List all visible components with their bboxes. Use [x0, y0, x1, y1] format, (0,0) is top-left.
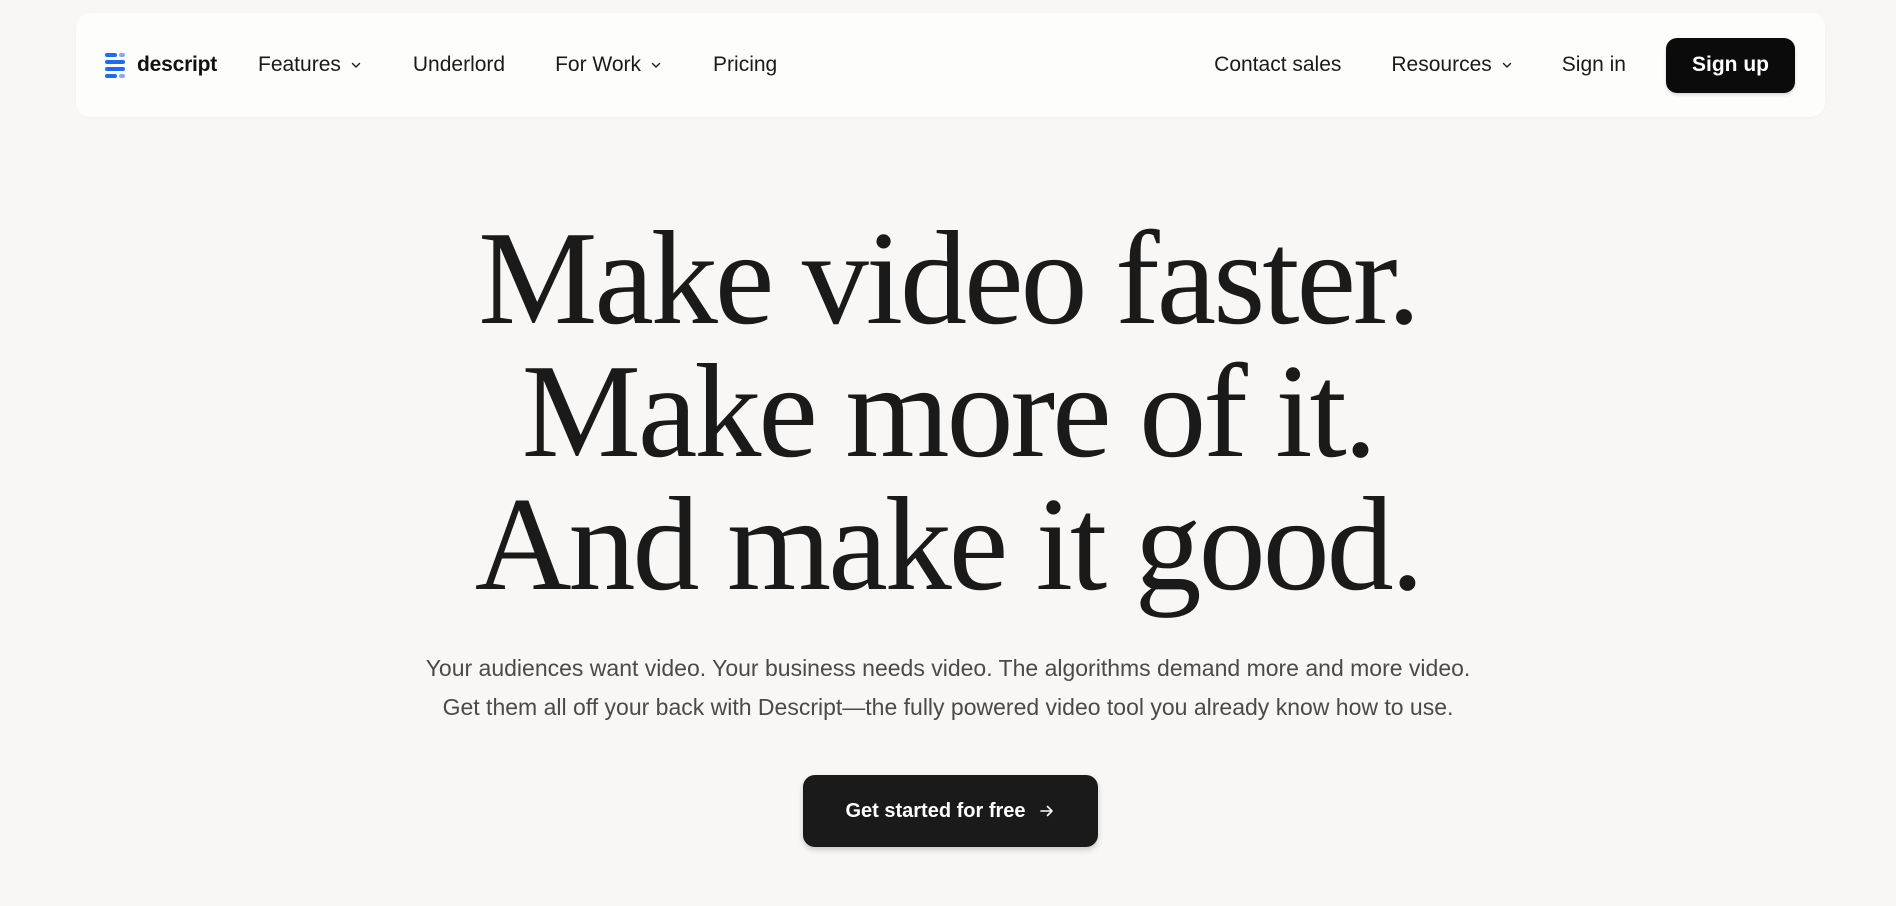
arrow-right-icon: [1039, 805, 1053, 817]
nav-features-label: Features: [258, 53, 341, 76]
nav-contact-sales-label: Contact sales: [1214, 53, 1342, 76]
logo-link[interactable]: descript: [105, 13, 217, 117]
nav-sign-in[interactable]: Sign in: [1562, 53, 1626, 77]
chevron-down-icon: [1502, 62, 1511, 68]
nav-underlord-label: Underlord: [412, 53, 506, 76]
get-started-label: Get started for free: [845, 799, 1026, 822]
descript-logo-icon: [105, 53, 125, 78]
chevron-down-icon: [351, 62, 361, 68]
hero-title-line: And make it good.: [474, 470, 1424, 618]
nav-contact-sales[interactable]: Contact sales: [1214, 53, 1341, 77]
hero-title-line: Make more of it.: [521, 337, 1378, 485]
nav-resources-label: Resources: [1391, 53, 1492, 76]
nav-for-work[interactable]: For Work: [555, 53, 663, 77]
nav-for-work-label: For Work: [555, 53, 642, 76]
hero-subtitle: Your audiences want video. Your business…: [0, 649, 1896, 727]
hero-subtitle-line: Get them all off your back with Descript…: [442, 694, 1454, 720]
nav-sign-in-label: Sign in: [1561, 53, 1626, 76]
top-navigation: descript Features Underlord For Work Pri…: [76, 13, 1825, 117]
nav-pricing-label: Pricing: [713, 53, 778, 76]
chevron-down-icon: [651, 62, 661, 68]
sign-up-button[interactable]: Sign up: [1666, 37, 1795, 93]
logo-text: descript: [137, 53, 218, 76]
hero-title-line: Make video faster.: [478, 204, 1420, 352]
nav-secondary-links: Contact sales Resources Sign in Sign up: [1214, 13, 1795, 117]
nav-resources[interactable]: Resources: [1391, 53, 1513, 77]
nav-primary-links: Features Underlord For Work Pricing: [258, 13, 777, 117]
get-started-button[interactable]: Get started for free: [803, 775, 1098, 847]
nav-pricing[interactable]: Pricing: [713, 53, 777, 77]
hero-subtitle-line: Your audiences want video. Your business…: [425, 655, 1471, 681]
nav-underlord[interactable]: Underlord: [413, 53, 505, 77]
nav-features[interactable]: Features: [258, 53, 363, 77]
hero-title: Make video faster. Make more of it. And …: [0, 204, 1896, 618]
